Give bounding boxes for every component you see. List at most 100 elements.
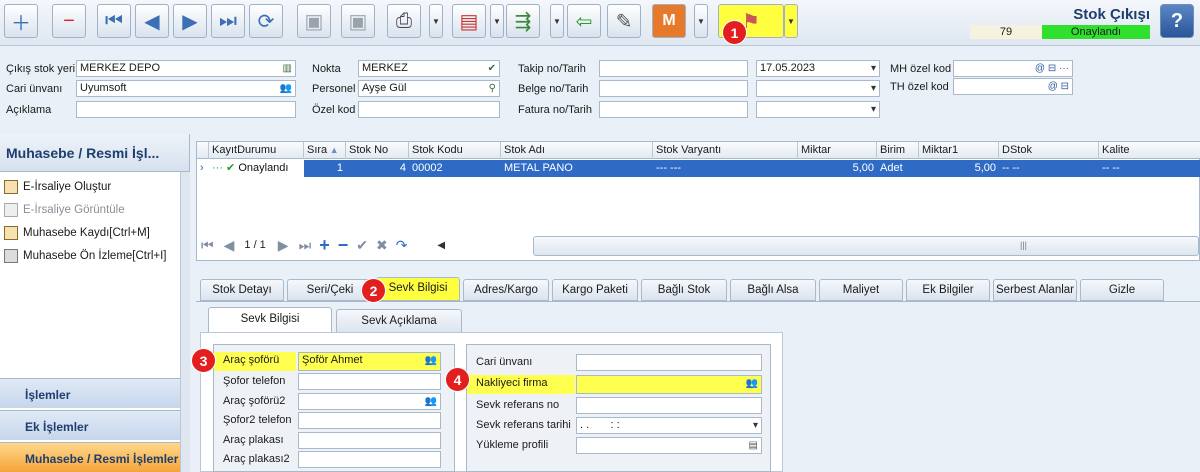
previous-record-icon[interactable]: ◀ bbox=[135, 4, 169, 38]
chevron-down-icon[interactable]: ▾ bbox=[871, 81, 876, 96]
status-dropdown-icon[interactable]: ▼ bbox=[784, 4, 798, 38]
check-icon[interactable]: ✔ bbox=[488, 61, 496, 76]
tab-stok-detayi[interactable]: Stok Detayı bbox=[200, 279, 284, 301]
first-page-icon[interactable]: ⏮ bbox=[201, 237, 214, 254]
arac-soforu2-field[interactable]: 👥 bbox=[298, 393, 441, 410]
sofor2-telefon-field[interactable] bbox=[298, 412, 441, 429]
col-miktar[interactable]: Miktar bbox=[798, 142, 877, 159]
prev-page-icon[interactable]: ◀ bbox=[224, 237, 235, 254]
people-icon[interactable]: 👥 bbox=[280, 81, 292, 96]
last-record-icon[interactable]: ⏭ bbox=[211, 4, 245, 38]
nokta-field[interactable]: MERKEZ ✔ bbox=[358, 60, 500, 77]
undo-icon[interactable]: ↷ bbox=[396, 237, 408, 254]
tools-icon[interactable]: ✎ bbox=[607, 4, 641, 38]
tab-adres-kargo[interactable]: Adres/Kargo bbox=[463, 279, 549, 301]
col-sira[interactable]: Sıra ▲ bbox=[304, 142, 346, 159]
refresh-icon[interactable]: ⟳ bbox=[249, 4, 283, 38]
list-icon[interactable]: ▤ bbox=[749, 438, 758, 453]
at-icon[interactable]: @ ⊟ bbox=[1048, 79, 1069, 94]
subtab-sevk-aciklama[interactable]: Sevk Açıklama bbox=[336, 309, 462, 333]
confirm-icon[interactable]: ✔ bbox=[356, 237, 368, 254]
people-icon[interactable]: 👥 bbox=[425, 394, 437, 409]
col-stok-no[interactable]: Stok No bbox=[346, 142, 409, 159]
chevron-down-icon[interactable]: ▾ bbox=[871, 61, 876, 76]
sevk-referans-no-field[interactable] bbox=[576, 397, 762, 414]
yukleme-profili-field[interactable]: ▤ bbox=[576, 437, 762, 454]
left-scrollbar[interactable] bbox=[180, 172, 190, 472]
barcode-icon[interactable]: ▥ bbox=[283, 61, 292, 76]
export-dropdown-icon[interactable]: ▼ bbox=[550, 4, 564, 38]
col-kayit-durumu[interactable]: KayıtDurumu bbox=[209, 142, 304, 159]
cikis-stok-yeri-field[interactable]: MERKEZ DEPO ▥ bbox=[76, 60, 296, 77]
takip-date-field[interactable]: 17.05.2023 ▾ bbox=[756, 60, 880, 77]
islemler-bar[interactable]: İşlemler bbox=[0, 378, 180, 408]
first-record-icon[interactable]: ⏮ bbox=[97, 4, 131, 38]
add-row-icon[interactable]: + bbox=[319, 235, 330, 256]
pdf-icon[interactable]: ▤ bbox=[452, 4, 486, 38]
tab-serbest-alanlar[interactable]: Serbest Alanlar bbox=[993, 279, 1077, 301]
muhasebe-resmi-islemler-bar[interactable]: Muhasebe / Resmi İşlemler bbox=[0, 442, 180, 472]
tab-maliyet[interactable]: Maliyet bbox=[819, 279, 903, 301]
new-document-icon[interactable]: ＋ bbox=[4, 4, 38, 38]
next-page-icon[interactable]: ▶ bbox=[278, 237, 289, 254]
col-dstok[interactable]: DStok bbox=[999, 142, 1099, 159]
remove-row-icon[interactable]: − bbox=[338, 235, 349, 256]
mh-ozel-kod-field[interactable]: @ ⊟ ··· bbox=[953, 60, 1073, 77]
people-icon[interactable]: 👥 bbox=[746, 376, 758, 391]
e-irsaliye-olustur-item[interactable]: E-İrsaliye Oluştur bbox=[4, 180, 111, 194]
col-miktar1[interactable]: Miktar1 bbox=[919, 142, 999, 159]
help-icon[interactable]: ? bbox=[1160, 4, 1194, 38]
next-record-icon[interactable]: ▶ bbox=[173, 4, 207, 38]
back-arrow-icon[interactable]: ⇦ bbox=[567, 4, 601, 38]
tab-bagli-stok[interactable]: Bağlı Stok bbox=[641, 279, 727, 301]
last-page-icon[interactable]: ⏭ bbox=[299, 237, 312, 254]
fatura-no-field[interactable] bbox=[599, 101, 748, 118]
sevk-cari-unvani-field[interactable] bbox=[576, 354, 762, 371]
col-kalite[interactable]: Kalite bbox=[1099, 142, 1200, 159]
tab-ek-bilgiler[interactable]: Ek Bilgiler bbox=[906, 279, 990, 301]
col-stok-varyanti[interactable]: Stok Varyantı bbox=[653, 142, 798, 159]
th-ozel-kod-field[interactable]: @ ⊟ bbox=[953, 78, 1073, 95]
pdf-dropdown-icon[interactable]: ▼ bbox=[490, 4, 504, 38]
cari-unvani-field[interactable]: Uyumsoft 👥 bbox=[76, 80, 296, 97]
col-stok-kodu[interactable]: Stok Kodu bbox=[409, 142, 501, 159]
chevron-down-icon[interactable]: ▾ bbox=[871, 102, 876, 117]
muhasebe-kaydi-item[interactable]: Muhasebe Kaydı[Ctrl+M] bbox=[4, 226, 150, 240]
horizontal-scrollbar[interactable]: ||| bbox=[533, 236, 1199, 256]
arac-plakasi-field[interactable] bbox=[298, 432, 441, 449]
subtab-sevk-bilgisi[interactable]: Sevk Bilgisi bbox=[208, 307, 332, 333]
table-row[interactable]: › ··· ✔ Onaylandı 1 4 00002 METAL PANO -… bbox=[197, 160, 1200, 177]
save-icon[interactable]: ▣ bbox=[297, 4, 331, 38]
tab-kargo-paketi[interactable]: Kargo Paketi bbox=[552, 279, 638, 301]
col-stok-adi[interactable]: Stok Adı bbox=[501, 142, 653, 159]
tab-sevk-bilgisi[interactable]: Sevk Bilgisi bbox=[376, 277, 460, 301]
col-birim[interactable]: Birim bbox=[877, 142, 919, 159]
e-irsaliye-goruntule-item[interactable]: E-İrsaliye Görüntüle bbox=[4, 203, 125, 217]
m-icon[interactable]: M bbox=[652, 4, 686, 38]
print-dropdown-icon[interactable]: ▼ bbox=[429, 4, 443, 38]
chevron-down-icon[interactable]: ▾ bbox=[753, 418, 758, 433]
sofor-telefon-field[interactable] bbox=[298, 373, 441, 390]
sevk-referans-tarihi-field[interactable]: . . : : ▾ bbox=[576, 417, 762, 434]
person-search-icon[interactable]: ⚲ bbox=[489, 81, 496, 96]
export-icon[interactable]: ⇶ bbox=[506, 4, 540, 38]
scroll-left-icon[interactable]: ◀ bbox=[437, 240, 445, 251]
takip-no-field[interactable] bbox=[599, 60, 748, 77]
arac-soforu-field[interactable]: Şoför Ahmet 👥 bbox=[298, 352, 441, 371]
tab-gizle[interactable]: Gizle bbox=[1080, 279, 1164, 301]
people-icon[interactable]: 👥 bbox=[425, 353, 437, 368]
fatura-date-field[interactable]: ▾ bbox=[756, 101, 880, 118]
personel-field[interactable]: Ayşe Gül ⚲ bbox=[358, 80, 500, 97]
delete-document-icon[interactable]: − bbox=[52, 4, 86, 38]
belge-no-field[interactable] bbox=[599, 80, 748, 97]
print-icon[interactable]: ⎙ bbox=[387, 4, 421, 38]
arac-plakasi2-field[interactable] bbox=[298, 451, 441, 468]
belge-date-field[interactable]: ▾ bbox=[756, 80, 880, 97]
ozel-kod-field[interactable] bbox=[358, 101, 500, 118]
cancel-icon[interactable]: ✖ bbox=[376, 237, 388, 254]
m-dropdown-icon[interactable]: ▼ bbox=[694, 4, 708, 38]
nakliyeci-firma-field[interactable]: 👥 bbox=[576, 375, 762, 394]
tab-bagli-alsa[interactable]: Bağlı Alsa bbox=[730, 279, 816, 301]
muhasebe-onizleme-item[interactable]: Muhasebe Ön İzleme[Ctrl+I] bbox=[4, 249, 167, 263]
ek-islemler-bar[interactable]: Ek İşlemler bbox=[0, 410, 180, 440]
